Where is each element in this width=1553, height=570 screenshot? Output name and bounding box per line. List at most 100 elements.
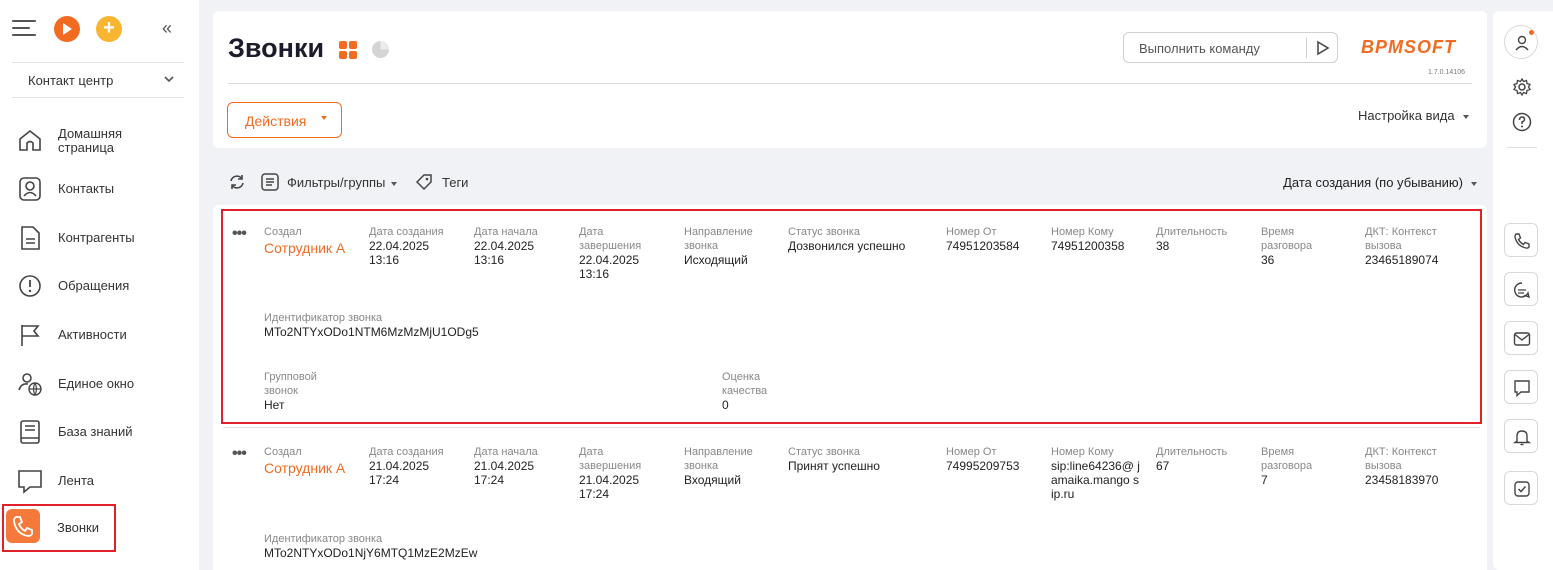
- field-duration: Длительность 38: [1156, 226, 1228, 253]
- field-quality-rating: Оценка качества 0: [722, 371, 768, 412]
- field-end-date: Дата завершения 21.04.2025 17:24: [579, 446, 642, 501]
- chat-icon: [18, 470, 42, 494]
- play-icon[interactable]: [54, 16, 80, 42]
- chats-panel-button[interactable]: [1504, 272, 1538, 306]
- command-placeholder: Выполнить команду: [1139, 41, 1260, 56]
- list-item[interactable]: ••• Создал Сотрудник А Дата создания 21.…: [223, 431, 1480, 570]
- view-setup-button[interactable]: Настройка вида: [1358, 108, 1469, 123]
- refresh-icon[interactable]: [228, 173, 246, 191]
- chevron-down-icon: [164, 76, 174, 83]
- sidebar-item-activities[interactable]: Активности: [10, 313, 182, 357]
- sidebar-item-knowledge-base[interactable]: База знаний: [10, 410, 182, 454]
- brand-logo: BPMSOFT: [1361, 37, 1456, 57]
- sidebar-item-label: Контакты: [58, 181, 115, 196]
- email-panel-button[interactable]: [1504, 321, 1538, 355]
- notification-dot: [1529, 30, 1534, 35]
- field-status: Статус звонка Дозвонился успешно: [788, 226, 906, 253]
- filters-button[interactable]: Фильтры/группы: [287, 175, 398, 190]
- version-label: 1.7.0.14106: [1428, 69, 1465, 76]
- collapse-icon[interactable]: «: [162, 18, 172, 39]
- home-icon: [19, 129, 41, 151]
- created-by-link[interactable]: Сотрудник А: [264, 239, 364, 257]
- phone-icon: [6, 509, 40, 543]
- sidebar-item-label: Звонки: [57, 520, 99, 535]
- divider: [1507, 147, 1537, 148]
- feed-panel-button[interactable]: [1504, 370, 1538, 404]
- help-icon: [1512, 112, 1532, 132]
- sidebar-item-label: Обращения: [58, 278, 130, 293]
- sort-label: Дата создания (по убыванию): [1283, 175, 1463, 190]
- sidebar: + « Контакт центр Домашняя страница Конт…: [0, 0, 199, 570]
- field-call-context: ДКТ: Контекст вызова 23458183970: [1365, 446, 1439, 487]
- command-input[interactable]: Выполнить команду: [1123, 32, 1338, 63]
- checkbox-icon: [1514, 481, 1530, 497]
- sidebar-item-label: База знаний: [58, 424, 133, 439]
- sidebar-top: + «: [12, 16, 187, 44]
- field-number-to: Номер Кому sip:line64236@ jamaika.mango …: [1051, 446, 1140, 501]
- help-button[interactable]: [1504, 104, 1538, 138]
- sidebar-item-accounts[interactable]: Контрагенты: [10, 216, 182, 260]
- field-call-id: Идентификатор звонка MTo2NTYxODo1NTM6MzM…: [264, 312, 479, 339]
- divider: [223, 427, 1480, 428]
- notifications-panel-button[interactable]: [1504, 419, 1538, 453]
- more-icon[interactable]: •••: [232, 445, 247, 463]
- settings-button[interactable]: [1504, 69, 1538, 103]
- sidebar-item-omnichannel[interactable]: Единое окно: [10, 362, 182, 406]
- flag-icon: [21, 325, 40, 346]
- profile-button[interactable]: [1504, 25, 1538, 59]
- tasks-panel-button[interactable]: [1504, 471, 1538, 505]
- field-talk-time: Время разговора 36: [1261, 226, 1313, 267]
- field-number-to: Номер Кому 74951200358: [1051, 226, 1125, 253]
- more-icon[interactable]: •••: [232, 225, 247, 243]
- filter-icon[interactable]: [261, 173, 279, 191]
- comment-icon: [1514, 380, 1530, 397]
- field-number-from: Номер От 74995209753: [946, 446, 1020, 473]
- workspace-select[interactable]: Контакт центр: [12, 62, 184, 98]
- field-created-by: Создал Сотрудник А: [264, 225, 364, 257]
- bell-icon: [1513, 430, 1531, 446]
- calls-list: ••• Создал Сотрудник А Дата создания 22.…: [213, 205, 1487, 570]
- page-header: Звонки Выполнить команду BPMSOFT 1.7.0.1…: [213, 11, 1487, 148]
- sidebar-item-label: Контрагенты: [58, 230, 135, 245]
- alert-icon: [19, 275, 41, 297]
- add-icon[interactable]: +: [96, 16, 122, 42]
- field-status: Статус звонка Принят успешно: [788, 446, 880, 473]
- phone-icon: [1514, 233, 1530, 249]
- sidebar-item-feed[interactable]: Лента: [10, 459, 182, 503]
- sidebar-item-label: Единое окно: [58, 376, 135, 391]
- field-start-date: Дата начала 21.04.2025 17:24: [474, 446, 538, 487]
- field-number-from: Номер От 74951203584: [946, 226, 1020, 253]
- sidebar-item-label: Активности: [58, 327, 127, 342]
- field-direction: Направление звонка Исходящий: [684, 226, 753, 267]
- sidebar-item-calls[interactable]: Звонки: [2, 504, 116, 552]
- sort-button[interactable]: Дата создания (по убыванию): [1283, 175, 1477, 190]
- sidebar-item-cases[interactable]: Обращения: [10, 264, 182, 308]
- field-direction: Направление звонка Входящий: [684, 446, 753, 487]
- grid-view-icon[interactable]: [339, 41, 357, 59]
- field-created-by: Создал Сотрудник А: [264, 445, 364, 477]
- pie-chart-icon[interactable]: [371, 40, 390, 59]
- actions-label: Действия: [245, 113, 307, 129]
- created-by-link[interactable]: Сотрудник А: [264, 459, 364, 477]
- view-setup-label: Настройка вида: [1358, 108, 1455, 123]
- field-created-on: Дата создания 22.04.2025 13:16: [369, 226, 444, 267]
- field-call-id: Идентификатор звонка MTo2NTYxODo1NjY6MTQ…: [264, 533, 478, 560]
- book-icon: [20, 420, 40, 444]
- run-icon[interactable]: [1316, 40, 1330, 56]
- tags-button[interactable]: Теги: [442, 175, 468, 190]
- list-item[interactable]: ••• Создал Сотрудник А Дата создания 22.…: [221, 209, 1482, 424]
- tag-icon[interactable]: [415, 173, 433, 191]
- sidebar-item-home[interactable]: Домашняя страница: [10, 118, 182, 162]
- divider: [228, 83, 1472, 84]
- sidebar-item-label: Лента: [58, 473, 94, 488]
- chats-icon: [1514, 282, 1531, 299]
- actions-button[interactable]: Действия: [227, 102, 342, 138]
- globe-user-icon: [18, 373, 42, 396]
- sidebar-item-contacts[interactable]: Контакты: [10, 167, 182, 211]
- user-icon: [1515, 35, 1529, 51]
- caret-down-icon: [1462, 114, 1469, 119]
- sidebar-item-label: Домашняя страница: [58, 126, 123, 155]
- phone-panel-button[interactable]: [1504, 223, 1538, 257]
- menu-icon[interactable]: [12, 20, 36, 38]
- caret-down-icon: [391, 181, 398, 186]
